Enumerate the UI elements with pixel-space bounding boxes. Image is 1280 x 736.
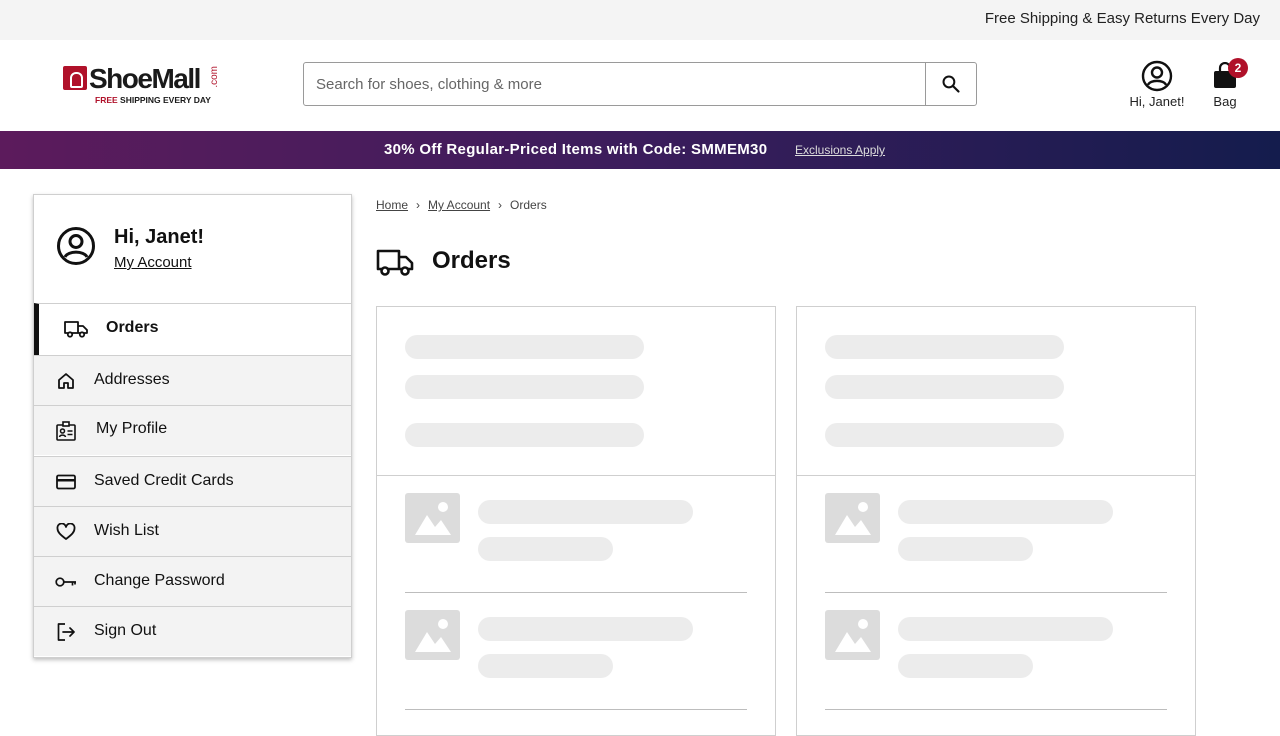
- item-divider: [825, 709, 1167, 710]
- profile-card-icon: [54, 420, 78, 442]
- shoemall-logo[interactable]: ShoeMall .com FREE SHIPPING EVERY DAY: [63, 63, 223, 108]
- heart-icon: [54, 521, 78, 543]
- site-header: ShoeMall .com FREE SHIPPING EVERY DAY Hi…: [0, 40, 1280, 131]
- logo-brand-text: ShoeMall: [89, 63, 201, 94]
- user-avatar-icon: [57, 227, 95, 265]
- sidebar-greeting-text: Hi, Janet!: [114, 226, 205, 248]
- skeleton-line: [478, 537, 613, 561]
- search-icon: [942, 75, 960, 93]
- image-placeholder-icon: [825, 493, 880, 543]
- logo-tagline: FREE SHIPPING EVERY DAY: [95, 95, 211, 105]
- sidebar-item-sign-out[interactable]: Sign Out: [34, 606, 351, 656]
- skeleton-line: [898, 654, 1033, 678]
- item-divider: [405, 592, 747, 593]
- sidebar-item-addresses[interactable]: Addresses: [34, 355, 351, 405]
- home-icon: [54, 370, 78, 392]
- logo-tagline-highlight: FREE: [95, 95, 118, 105]
- sidebar-item-label: Saved Credit Cards: [94, 472, 234, 489]
- key-icon: [54, 571, 78, 593]
- image-placeholder-icon: [405, 610, 460, 660]
- item-divider: [825, 592, 1167, 593]
- sidebar-item-saved-credit-cards[interactable]: Saved Credit Cards: [34, 456, 351, 506]
- logo-mark-icon: [63, 66, 87, 90]
- exclusions-link[interactable]: Exclusions Apply: [795, 143, 885, 157]
- top-announcement-bar: Free Shipping & Easy Returns Every Day: [0, 0, 1280, 40]
- sidebar-my-account-link[interactable]: My Account: [114, 254, 192, 271]
- card-divider: [797, 475, 1195, 476]
- skeleton-line: [405, 375, 644, 399]
- page-title-text: Orders: [432, 247, 511, 274]
- logo-tagline-rest: SHIPPING EVERY DAY: [117, 95, 211, 105]
- order-card-loading: [376, 306, 776, 736]
- skeleton-line: [898, 617, 1113, 641]
- sidebar-item-label: Change Password: [94, 572, 225, 589]
- bag-label: Bag: [1213, 94, 1237, 109]
- sidebar-greeting: Hi, Janet! My Account: [34, 195, 351, 304]
- account-sidebar: Hi, Janet! My Account Orders Addresses M…: [33, 194, 352, 658]
- sidebar-item-label: Sign Out: [94, 622, 157, 639]
- skeleton-line: [898, 537, 1033, 561]
- skeleton-line: [825, 335, 1064, 359]
- sidebar-item-wish-list[interactable]: Wish List: [34, 506, 351, 556]
- sidebar-item-label: My Profile: [96, 420, 168, 437]
- sign-out-icon: [54, 621, 78, 643]
- bag-count-badge: 2: [1228, 58, 1248, 78]
- account-label: Hi, Janet!: [1129, 94, 1185, 109]
- sidebar-item-label: Wish List: [94, 522, 159, 539]
- sidebar-item-label: Orders: [106, 319, 159, 336]
- logo-dotcom-text: .com: [209, 66, 220, 88]
- search-button[interactable]: [925, 63, 976, 105]
- breadcrumb-home-link[interactable]: Home: [376, 198, 408, 212]
- skeleton-line: [478, 500, 693, 524]
- credit-card-icon: [54, 471, 78, 493]
- skeleton-line: [825, 375, 1064, 399]
- skeleton-line: [478, 617, 693, 641]
- account-menu-button[interactable]: Hi, Janet!: [1122, 60, 1192, 112]
- skeleton-line: [405, 423, 644, 447]
- shipping-message: Free Shipping & Easy Returns Every Day: [984, 10, 1260, 27]
- skeleton-line: [898, 500, 1113, 524]
- order-card-loading: [796, 306, 1196, 736]
- truck-icon: [376, 249, 414, 276]
- sidebar-item-orders[interactable]: Orders: [34, 303, 351, 355]
- breadcrumb-current: Orders: [510, 198, 547, 212]
- item-divider: [405, 709, 747, 710]
- bag-button[interactable]: 2 Bag: [1205, 58, 1248, 112]
- skeleton-line: [478, 654, 613, 678]
- search-input[interactable]: [304, 63, 926, 105]
- skeleton-line: [825, 423, 1064, 447]
- breadcrumb: Home › My Account › Orders: [376, 198, 547, 212]
- promo-text: 30% Off Regular-Priced Items with Code: …: [384, 141, 768, 158]
- breadcrumb-my-account-link[interactable]: My Account: [428, 198, 490, 212]
- sidebar-item-label: Addresses: [94, 371, 170, 388]
- chevron-right-icon: ›: [498, 198, 503, 212]
- sidebar-item-my-profile[interactable]: My Profile: [34, 405, 351, 455]
- promo-banner: 30% Off Regular-Priced Items with Code: …: [0, 131, 1280, 169]
- sidebar-item-change-password[interactable]: Change Password: [34, 556, 351, 606]
- account-icon: [1141, 60, 1173, 92]
- search-bar: [303, 62, 977, 106]
- truck-icon: [64, 318, 88, 340]
- image-placeholder-icon: [405, 493, 460, 543]
- chevron-right-icon: ›: [416, 198, 421, 212]
- skeleton-line: [405, 335, 644, 359]
- card-divider: [377, 475, 775, 476]
- image-placeholder-icon: [825, 610, 880, 660]
